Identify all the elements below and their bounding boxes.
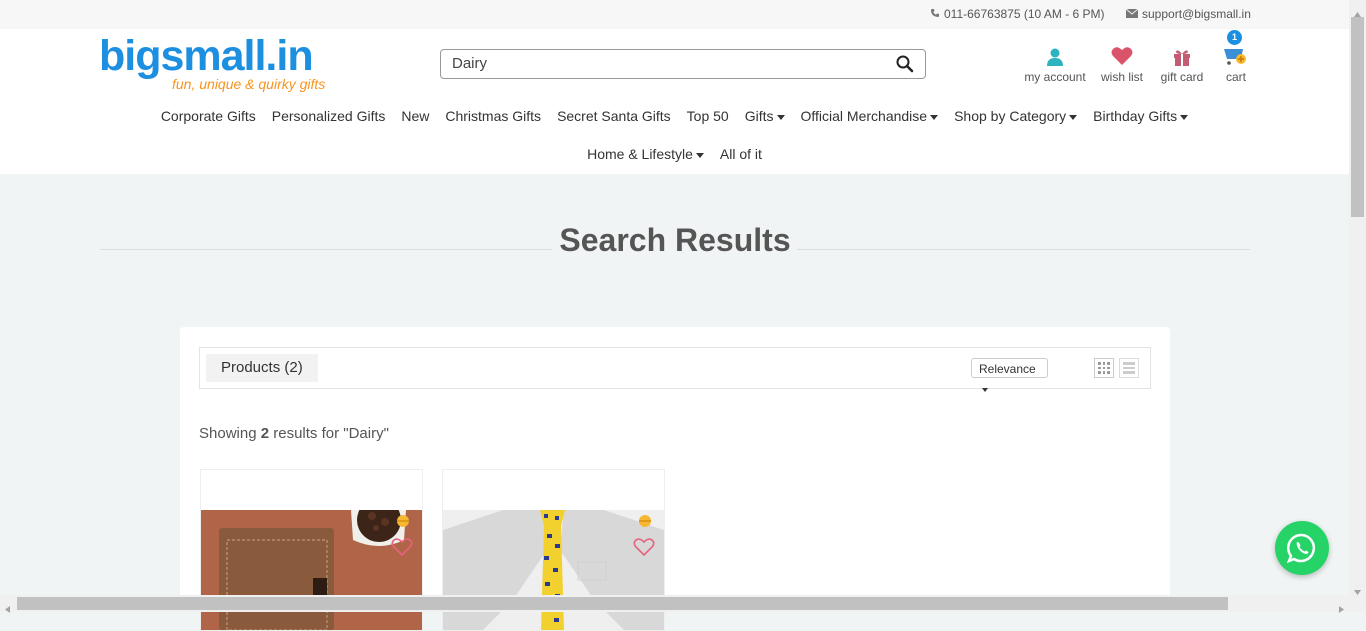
chevron-down-icon: [982, 387, 988, 392]
main-nav-row-1: Corporate Gifts Personalized Gifts New C…: [0, 108, 1349, 124]
nav-christmas-gifts[interactable]: Christmas Gifts: [445, 108, 541, 124]
scroll-left-icon[interactable]: [5, 600, 10, 618]
sort-value: Relevance: [979, 362, 1036, 376]
nav-all-of-it[interactable]: All of it: [720, 146, 762, 162]
nav-corporate-gifts[interactable]: Corporate Gifts: [161, 108, 256, 124]
products-tab[interactable]: Products (2): [206, 354, 318, 382]
cart-icon: [1220, 44, 1252, 66]
scroll-down-icon[interactable]: [1354, 582, 1361, 600]
wishlist-heart-icon[interactable]: [633, 537, 655, 562]
summary-count: 2: [260, 425, 270, 442]
nav-secret-santa-gifts[interactable]: Secret Santa Gifts: [557, 108, 671, 124]
my-account-label: my account: [1024, 70, 1086, 84]
nav-new[interactable]: New: [401, 108, 429, 124]
nav-gifts-label: Gifts: [744, 108, 774, 124]
search-box: [440, 49, 926, 79]
grid-view-icon[interactable]: [1094, 358, 1114, 378]
horizontal-scrollbar-thumb[interactable]: [17, 597, 1228, 610]
whatsapp-chat-button[interactable]: [1275, 521, 1329, 575]
results-toolbar: Products (2) Relevance: [199, 347, 1151, 392]
product-image[interactable]: [201, 498, 422, 630]
my-account-link[interactable]: my account: [1024, 44, 1086, 84]
heart-icon: [1100, 44, 1144, 66]
nav-top-50[interactable]: Top 50: [687, 108, 729, 124]
whatsapp-icon: [1286, 532, 1318, 569]
summary-prefix: Showing: [199, 425, 261, 442]
nav-home-lifestyle-dropdown[interactable]: Home & Lifestyle: [587, 146, 704, 162]
cart-link[interactable]: cart: [1220, 44, 1252, 84]
phone-text: 011-66763875 (10 AM - 6 PM): [944, 7, 1105, 21]
wishlist-heart-icon[interactable]: [391, 537, 413, 562]
nav-official-merchandise-dropdown[interactable]: Official Merchandise: [801, 108, 939, 124]
nav-home-lifestyle-label: Home & Lifestyle: [587, 146, 693, 162]
gift-card-link[interactable]: gift card: [1159, 44, 1205, 84]
scroll-up-icon[interactable]: [1354, 4, 1361, 22]
sort-select[interactable]: Relevance: [971, 358, 1048, 392]
product-image[interactable]: [443, 510, 664, 630]
email-text[interactable]: support@bigsmall.in: [1142, 7, 1251, 21]
chevron-down-icon: [930, 114, 939, 120]
nav-birthday-gifts-label: Birthday Gifts: [1093, 108, 1178, 124]
vertical-scrollbar[interactable]: [1349, 0, 1366, 612]
nav-shop-by-category-label: Shop by Category: [954, 108, 1067, 124]
phone-contact: 011-66763875 (10 AM - 6 PM): [930, 7, 1105, 21]
summary-suffix: results for "Dairy": [269, 425, 389, 442]
page-title-row: Search Results: [100, 222, 1250, 262]
wish-list-label: wish list: [1100, 70, 1143, 84]
logo-tagline: fun, unique & quirky gifts: [172, 76, 326, 92]
page-title: Search Results: [559, 222, 791, 258]
site-logo[interactable]: bigsmall.in fun, unique & quirky gifts: [99, 34, 339, 94]
nav-gifts-dropdown[interactable]: Gifts: [745, 108, 785, 124]
nav-official-merchandise-label: Official Merchandise: [800, 108, 928, 124]
chevron-down-icon: [776, 114, 785, 120]
list-view-icon[interactable]: [1119, 358, 1139, 378]
cart-label: cart: [1225, 70, 1246, 84]
scroll-right-icon[interactable]: [1339, 600, 1344, 618]
user-icon: [1024, 44, 1086, 66]
gift-icon: [1159, 44, 1205, 66]
search-input[interactable]: [452, 55, 882, 72]
cart-count-badge: 1: [1227, 30, 1242, 45]
gift-card-label: gift card: [1160, 70, 1204, 84]
nav-shop-by-category-dropdown[interactable]: Shop by Category: [954, 108, 1078, 124]
results-summary: Showing 2 results for "Dairy": [199, 425, 389, 442]
search-icon[interactable]: [895, 54, 915, 74]
nav-birthday-gifts-dropdown[interactable]: Birthday Gifts: [1093, 108, 1189, 124]
nav-personalized-gifts[interactable]: Personalized Gifts: [272, 108, 386, 124]
phone-icon: [930, 7, 940, 21]
vertical-scrollbar-thumb[interactable]: [1351, 17, 1364, 217]
main-nav-row-2: Home & Lifestyle All of it: [0, 146, 1349, 162]
chevron-down-icon: [695, 152, 704, 158]
horizontal-scrollbar[interactable]: [0, 595, 1349, 613]
top-contact-bar: 011-66763875 (10 AM - 6 PM) support@bigs…: [0, 0, 1349, 29]
chevron-down-icon: [1180, 114, 1189, 120]
brand-badge-icon: [636, 514, 654, 533]
logo-brand: bigsmall.in: [99, 32, 314, 80]
results-panel: Products (2) Relevance Showing 2 results…: [180, 327, 1170, 631]
email-contact[interactable]: support@bigsmall.in: [1125, 7, 1251, 21]
chevron-down-icon: [1069, 114, 1078, 120]
wish-list-link[interactable]: wish list: [1100, 44, 1144, 84]
mail-icon: [1125, 7, 1139, 21]
brand-badge-icon: [394, 514, 412, 533]
